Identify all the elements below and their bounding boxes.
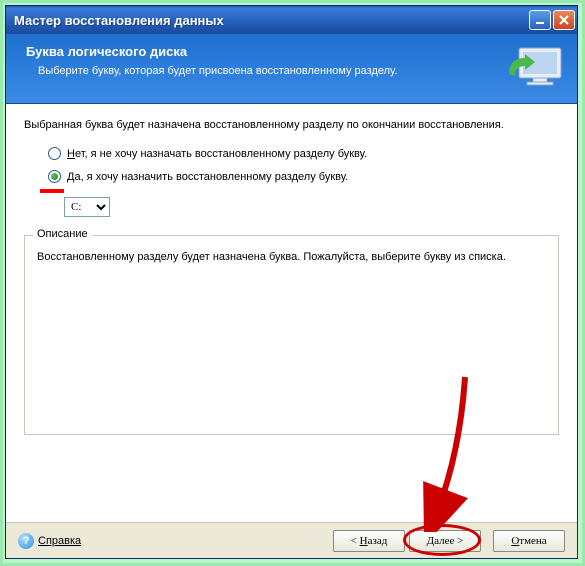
wizard-footer: ? Справка < Назад Далее > Отмена	[6, 522, 577, 558]
header-title: Буква логического диска	[26, 44, 487, 59]
description-text: Восстановленному разделу будет назначена…	[37, 250, 546, 265]
intro-text: Выбранная буква будет назначена восстано…	[24, 118, 559, 133]
restore-monitor-icon	[505, 44, 565, 94]
wizard-body: Выбранная буква будет назначена восстано…	[6, 104, 577, 522]
titlebar: Мастер восстановления данных	[6, 6, 577, 34]
annotation-highlight-bar	[40, 189, 64, 193]
wizard-header: Буква логического диска Выберите букву, …	[6, 34, 577, 104]
header-subtitle: Выберите букву, которая будет присвоена …	[38, 65, 487, 77]
next-button[interactable]: Далее >	[409, 530, 481, 552]
help-icon: ?	[18, 533, 34, 549]
assign-letter-radiogroup: Нет, я не хочу назначать восстановленном…	[48, 147, 559, 183]
wizard-window: Мастер восстановления данных Буква логич…	[5, 5, 578, 559]
close-button[interactable]	[553, 10, 575, 30]
help-label: Справка	[38, 535, 81, 547]
window-title: Мастер восстановления данных	[14, 13, 529, 28]
radio-option-no[interactable]: Нет, я не хочу назначать восстановленном…	[48, 147, 559, 160]
description-legend: Описание	[33, 228, 92, 240]
radio-no-label: Нет, я не хочу назначать восстановленном…	[67, 148, 367, 160]
radio-option-yes[interactable]: Да, я хочу назначить восстановленному ра…	[48, 170, 559, 183]
cancel-button[interactable]: Отмена	[493, 530, 565, 552]
radio-yes-label: Да, я хочу назначить восстановленному ра…	[67, 171, 348, 183]
minimize-button[interactable]	[529, 10, 551, 30]
radio-icon	[48, 170, 61, 183]
help-link[interactable]: ? Справка	[18, 533, 81, 549]
back-button[interactable]: < Назад	[333, 530, 405, 552]
description-box: Описание Восстановленному разделу будет …	[24, 235, 559, 435]
drive-letter-select[interactable]: C:	[64, 197, 110, 217]
radio-icon	[48, 147, 61, 160]
